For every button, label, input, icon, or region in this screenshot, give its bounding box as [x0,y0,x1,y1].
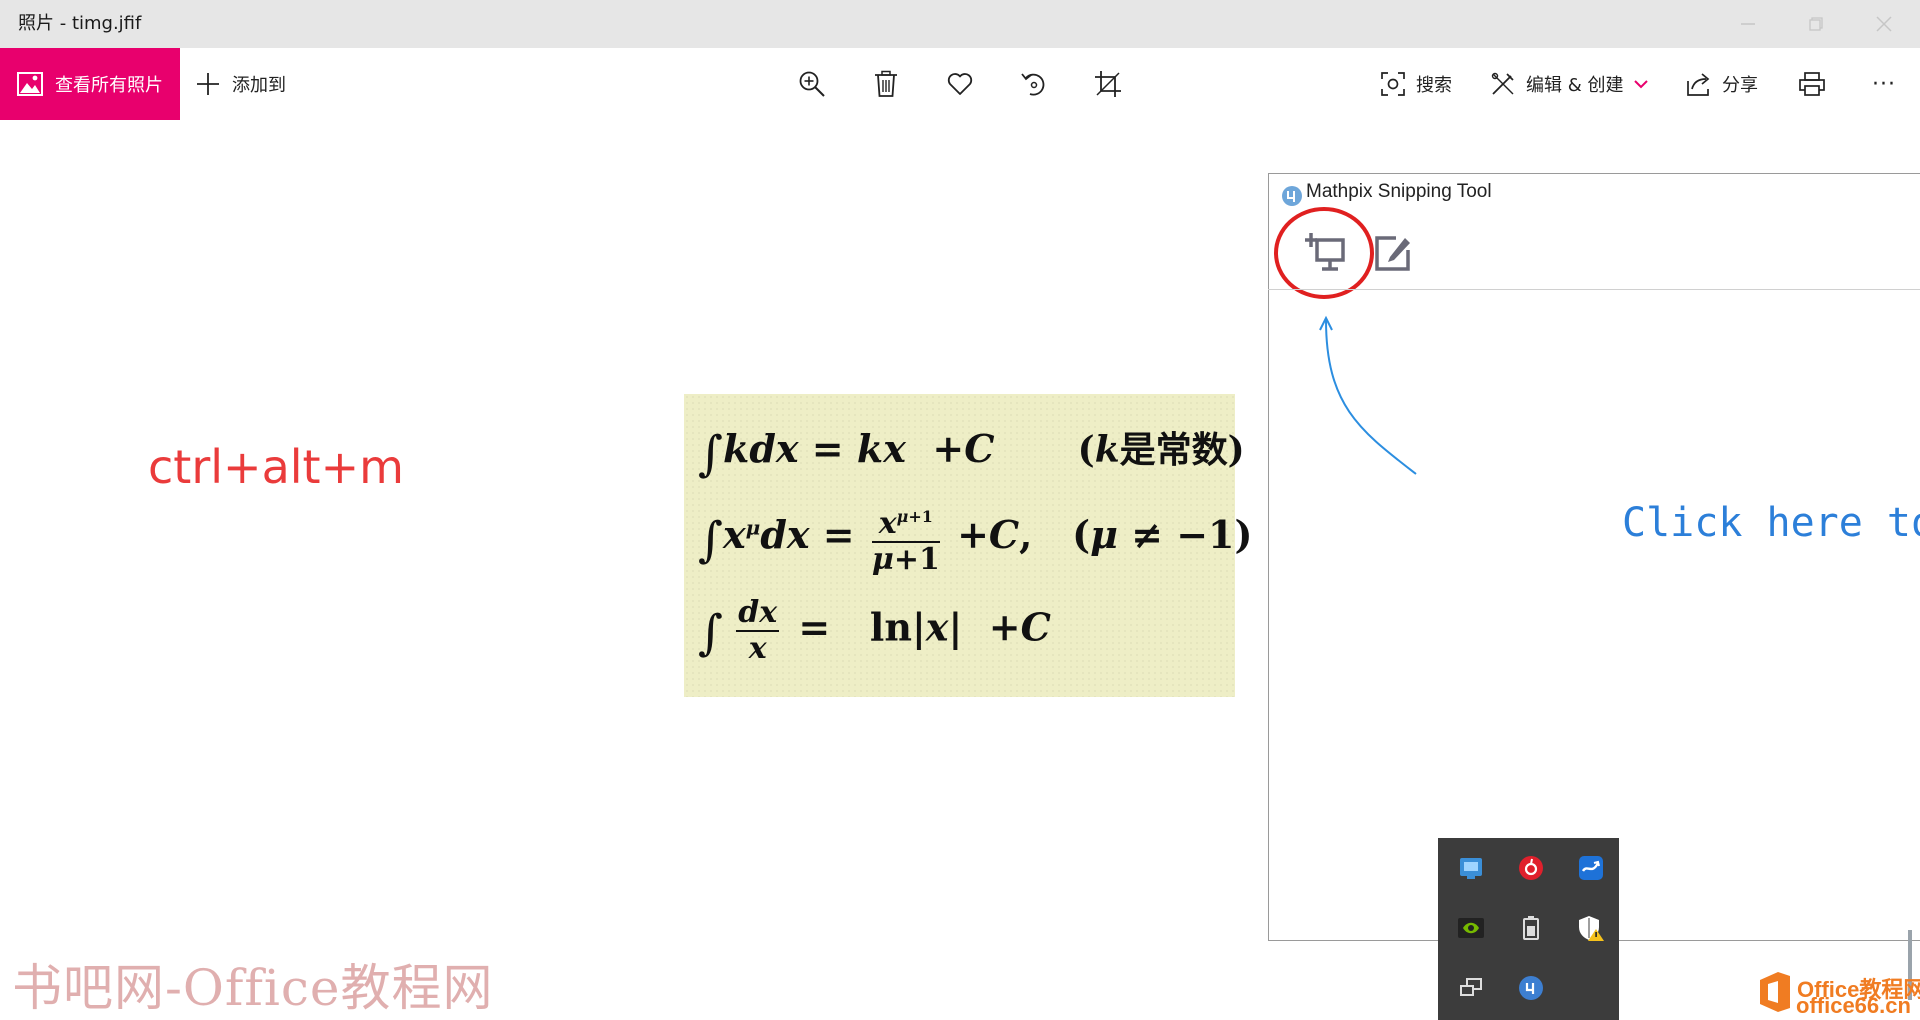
edit-create-icon [1491,72,1514,95]
chevron-down-icon [1634,80,1649,89]
mathpix-tray-icon[interactable] [1514,971,1548,1005]
annotation-arrow [1319,315,1417,475]
maximize-button[interactable] [1782,0,1850,48]
more-options-button[interactable]: ··· [1862,48,1906,120]
network-status-icon[interactable] [1454,851,1488,885]
display-switch-icon[interactable] [1454,971,1488,1005]
delete-icon [875,70,897,97]
restore-icon [1809,17,1823,31]
formula-line-2: ∫xμdx = xμ+1 μ+1 +C, (μ ≠ −1) [698,500,1252,577]
zoom-in-icon [799,71,825,97]
watermark-right-domain: office66.cn [1796,993,1911,1018]
share-label: 分享 [1722,75,1758,96]
print-button[interactable] [1790,48,1834,120]
edit-create-label: 编辑 & 创建 [1526,75,1624,96]
edit-icon [1375,236,1410,271]
mathpix-title: Mathpix Snipping Tool [1306,181,1492,202]
photo-formula-image: ∫kdx = kx +C (k是常数) ∫xμdx = xμ+1 μ+1 +C,… [684,394,1252,697]
mathpix-logo-icon [1282,186,1302,206]
print-icon [1799,72,1825,96]
visual-search-icon [1381,72,1405,96]
gallery-icon [17,72,43,96]
zoom-in-button[interactable] [788,48,836,120]
upload-client-icon[interactable] [1574,851,1608,885]
system-tray-flyout [1438,838,1619,1020]
shortcut-annotation: ctrl+alt+m [148,440,404,494]
title-bar [0,0,1920,48]
favorite-button[interactable] [936,48,984,120]
edit-create-button[interactable]: 编辑 & 创建 [1490,48,1649,120]
add-to-label: 添加到 [232,75,286,96]
minimize-button[interactable] [1714,0,1782,48]
window-title: 照片 - timg.jfif [18,13,142,34]
search-label: 搜索 [1416,75,1452,96]
view-all-photos-label: 查看所有照片 [55,75,163,96]
heart-icon [947,73,973,95]
formula-line-3: ∫ dx x = ln|x| +C [698,595,1051,666]
netease-music-icon[interactable] [1514,851,1548,885]
plus-icon [197,73,219,95]
search-button[interactable]: 搜索 [1380,48,1452,120]
office-logo-icon [1760,972,1790,1012]
add-to-button[interactable]: 添加到 [196,48,286,120]
rotate-icon [1021,73,1045,96]
security-warning-icon[interactable] [1574,911,1608,945]
mathpix-toolbar-divider [1268,289,1920,290]
view-all-photos-button[interactable]: 查看所有照片 [0,48,180,120]
close-button[interactable] [1850,0,1918,48]
formula-line-1: ∫kdx = kx +C (k是常数) [698,426,1245,482]
share-button[interactable]: 分享 [1686,48,1758,120]
share-icon [1687,73,1710,96]
watermark-left: 书吧网-Office教程网 [12,959,494,1017]
crop-icon [1095,71,1121,97]
close-icon [1876,16,1892,32]
rotate-button[interactable] [1010,48,1058,120]
nvidia-icon[interactable] [1454,911,1488,945]
delete-button[interactable] [862,48,910,120]
battery-icon[interactable] [1514,911,1548,945]
mathpix-capture-hint[interactable]: Click here to t [1622,500,1920,546]
minimize-icon [1741,23,1755,25]
crop-button[interactable] [1084,48,1132,120]
